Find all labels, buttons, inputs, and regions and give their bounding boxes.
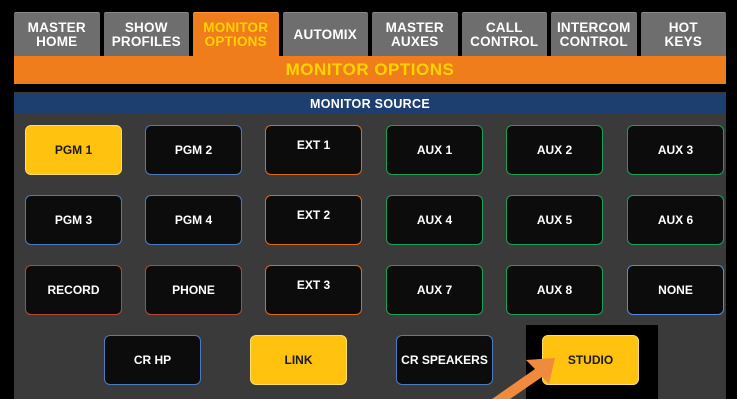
source-button-aux-6[interactable]: AUX 6 [627, 195, 724, 245]
source-button-aux-7[interactable]: AUX 7 [386, 265, 483, 315]
source-button-aux-5[interactable]: AUX 5 [506, 195, 603, 245]
source-button-pgm-1[interactable]: PGM 1 [25, 125, 122, 175]
tab-automix[interactable]: AUTOMIX [282, 12, 368, 56]
source-button-none[interactable]: NONE [627, 265, 724, 315]
tab-master-home[interactable]: MASTER HOME [14, 12, 100, 56]
source-button-aux-4[interactable]: AUX 4 [386, 195, 483, 245]
source-button-record[interactable]: RECORD [25, 265, 122, 315]
tab-call-control[interactable]: CALL CONTROL [461, 12, 547, 56]
content-panel-lower-right [658, 325, 726, 399]
output-button-cr-speakers[interactable]: CR SPEAKERS [396, 335, 493, 385]
source-button-aux-2[interactable]: AUX 2 [506, 125, 603, 175]
source-button-phone[interactable]: PHONE [145, 265, 242, 315]
output-button-cr-hp[interactable]: CR HP [104, 335, 201, 385]
source-button-ext-1[interactable]: EXT 1 [265, 125, 362, 175]
top-tab-bar: MASTER HOME SHOW PROFILES MONITOR OPTION… [14, 12, 726, 56]
tab-intercom-control[interactable]: INTERCOM CONTROL [551, 12, 637, 56]
source-button-pgm-4[interactable]: PGM 4 [145, 195, 242, 245]
source-button-aux-8[interactable]: AUX 8 [506, 265, 603, 315]
source-button-pgm-3[interactable]: PGM 3 [25, 195, 122, 245]
tab-hot-keys[interactable]: HOT KEYS [640, 12, 726, 56]
page-title: MONITOR OPTIONS [14, 56, 726, 84]
monitor-source-heading: MONITOR SOURCE [14, 94, 726, 114]
source-button-aux-3[interactable]: AUX 3 [627, 125, 724, 175]
tab-monitor-options[interactable]: MONITOR OPTIONS [193, 12, 279, 56]
source-button-ext-3[interactable]: EXT 3 [265, 265, 362, 315]
monitor-options-screen: MASTER HOME SHOW PROFILES MONITOR OPTION… [0, 0, 737, 399]
source-button-pgm-2[interactable]: PGM 2 [145, 125, 242, 175]
source-button-aux-1[interactable]: AUX 1 [386, 125, 483, 175]
pointer-arrow-icon [492, 358, 555, 399]
tab-master-auxes[interactable]: MASTER AUXES [372, 12, 458, 56]
output-button-link[interactable]: LINK [250, 335, 347, 385]
source-button-ext-2[interactable]: EXT 2 [265, 195, 362, 245]
tab-show-profiles[interactable]: SHOW PROFILES [103, 12, 189, 56]
